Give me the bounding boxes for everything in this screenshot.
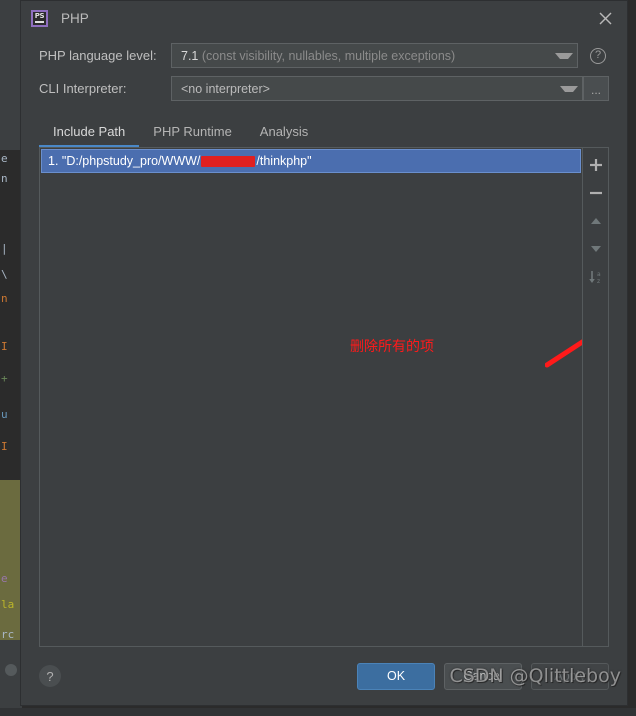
cancel-button[interactable]: Cancel	[444, 662, 522, 690]
bg-code-fragment: I	[1, 340, 8, 353]
bg-code-fragment: \	[1, 268, 8, 281]
include-path-list[interactable]: 1. "D:/phpstudy_pro/WWW/ /thinkphp" 删除所有的…	[39, 147, 583, 647]
bg-band-highlight	[0, 480, 22, 640]
bg-code-fragment: e	[1, 572, 8, 585]
include-path-suffix: /thinkphp"	[256, 154, 312, 168]
move-up-button[interactable]	[584, 208, 608, 234]
annotation-text: 删除所有的项	[350, 339, 434, 355]
php-language-level-select[interactable]: 7.1 (const visibility, nullables, multip…	[171, 43, 578, 68]
cli-interpreter-label: CLI Interpreter:	[39, 81, 127, 96]
dialog-title: PHP	[61, 10, 89, 26]
apply-button: Apply	[531, 662, 609, 690]
arrow-up-icon	[590, 218, 601, 224]
bg-code-fragment: |	[1, 242, 8, 255]
php-storm-logo-icon: PS	[31, 9, 48, 27]
php-language-level-row: PHP language level: 7.1 (const visibilit…	[21, 43, 627, 68]
dialog-action-buttons: OK Cancel Apply	[357, 662, 609, 690]
php-settings-dialog: PS PHP PHP language level: 7.1 (const vi…	[20, 0, 628, 706]
sort-button[interactable]: a z	[584, 264, 608, 290]
php-language-level-label: PHP language level:	[39, 48, 157, 63]
dialog-titlebar: PS PHP	[21, 1, 627, 35]
bg-scroll-indicator	[5, 664, 17, 676]
bg-code-fragment: I	[1, 440, 8, 453]
chevron-down-icon	[560, 85, 578, 92]
bg-code-fragment: n	[1, 292, 8, 305]
tab-analysis[interactable]: Analysis	[246, 124, 322, 147]
tab-include-path[interactable]: Include Path	[39, 124, 140, 147]
bg-code-fragment: e	[1, 152, 8, 165]
bg-code-fragment: rc	[1, 628, 15, 641]
language-level-help-button[interactable]: ?	[587, 45, 609, 67]
cli-interpreter-browse-button[interactable]: ...	[583, 76, 609, 101]
tab-php-runtime[interactable]: PHP Runtime	[139, 124, 246, 147]
svg-text:a: a	[597, 271, 601, 278]
bg-right-strip	[628, 0, 636, 716]
bg-band-dark-top	[0, 0, 22, 150]
bg-band-editor-upper	[0, 150, 22, 480]
include-path-prefix: 1. "D:/phpstudy_pro/WWW/	[48, 154, 201, 168]
php-language-level-value: 7.1 (const visibility, nullables, multip…	[181, 49, 455, 63]
cli-interpreter-row: CLI Interpreter: <no interpreter> ...	[21, 76, 627, 101]
cli-interpreter-value: <no interpreter>	[181, 81, 270, 96]
move-down-button[interactable]	[584, 236, 608, 262]
chevron-down-icon	[555, 52, 573, 59]
settings-tabs: Include Path PHP Runtime Analysis	[21, 117, 627, 147]
arrow-down-icon	[590, 246, 601, 252]
close-icon[interactable]	[596, 9, 615, 28]
help-button[interactable]: ?	[39, 665, 61, 687]
include-path-toolbar: a z	[583, 147, 609, 647]
add-button[interactable]	[584, 152, 608, 178]
bg-code-fragment: la	[1, 598, 15, 611]
redaction-mark	[201, 155, 256, 167]
plus-icon	[589, 159, 602, 171]
bg-band-editor-lower	[0, 640, 22, 716]
bg-code-fragment: u	[1, 408, 8, 421]
red-arrow-icon	[545, 339, 582, 368]
dialog-footer: ? OK Cancel Apply CSDN @Qlittleboy	[21, 647, 627, 705]
bg-code-fragment: n	[1, 172, 8, 185]
include-path-panel: 1. "D:/phpstudy_pro/WWW/ /thinkphp" 删除所有的…	[39, 147, 609, 647]
list-item[interactable]: 1. "D:/phpstudy_pro/WWW/ /thinkphp"	[41, 149, 581, 173]
question-mark-circle-icon: ?	[590, 47, 606, 64]
ok-button[interactable]: OK	[357, 662, 435, 690]
cli-interpreter-select[interactable]: <no interpreter>	[171, 76, 583, 101]
remove-button[interactable]	[584, 180, 608, 206]
svg-text:z: z	[597, 278, 600, 285]
bg-bottom-strip	[0, 708, 636, 716]
php-language-level-description: (const visibility, nullables, multiple e…	[201, 48, 456, 63]
php-language-level-version: 7.1	[181, 48, 199, 63]
bg-code-fragment: +	[1, 372, 8, 385]
sort-az-icon: a z	[588, 271, 601, 285]
minus-icon	[589, 191, 602, 195]
